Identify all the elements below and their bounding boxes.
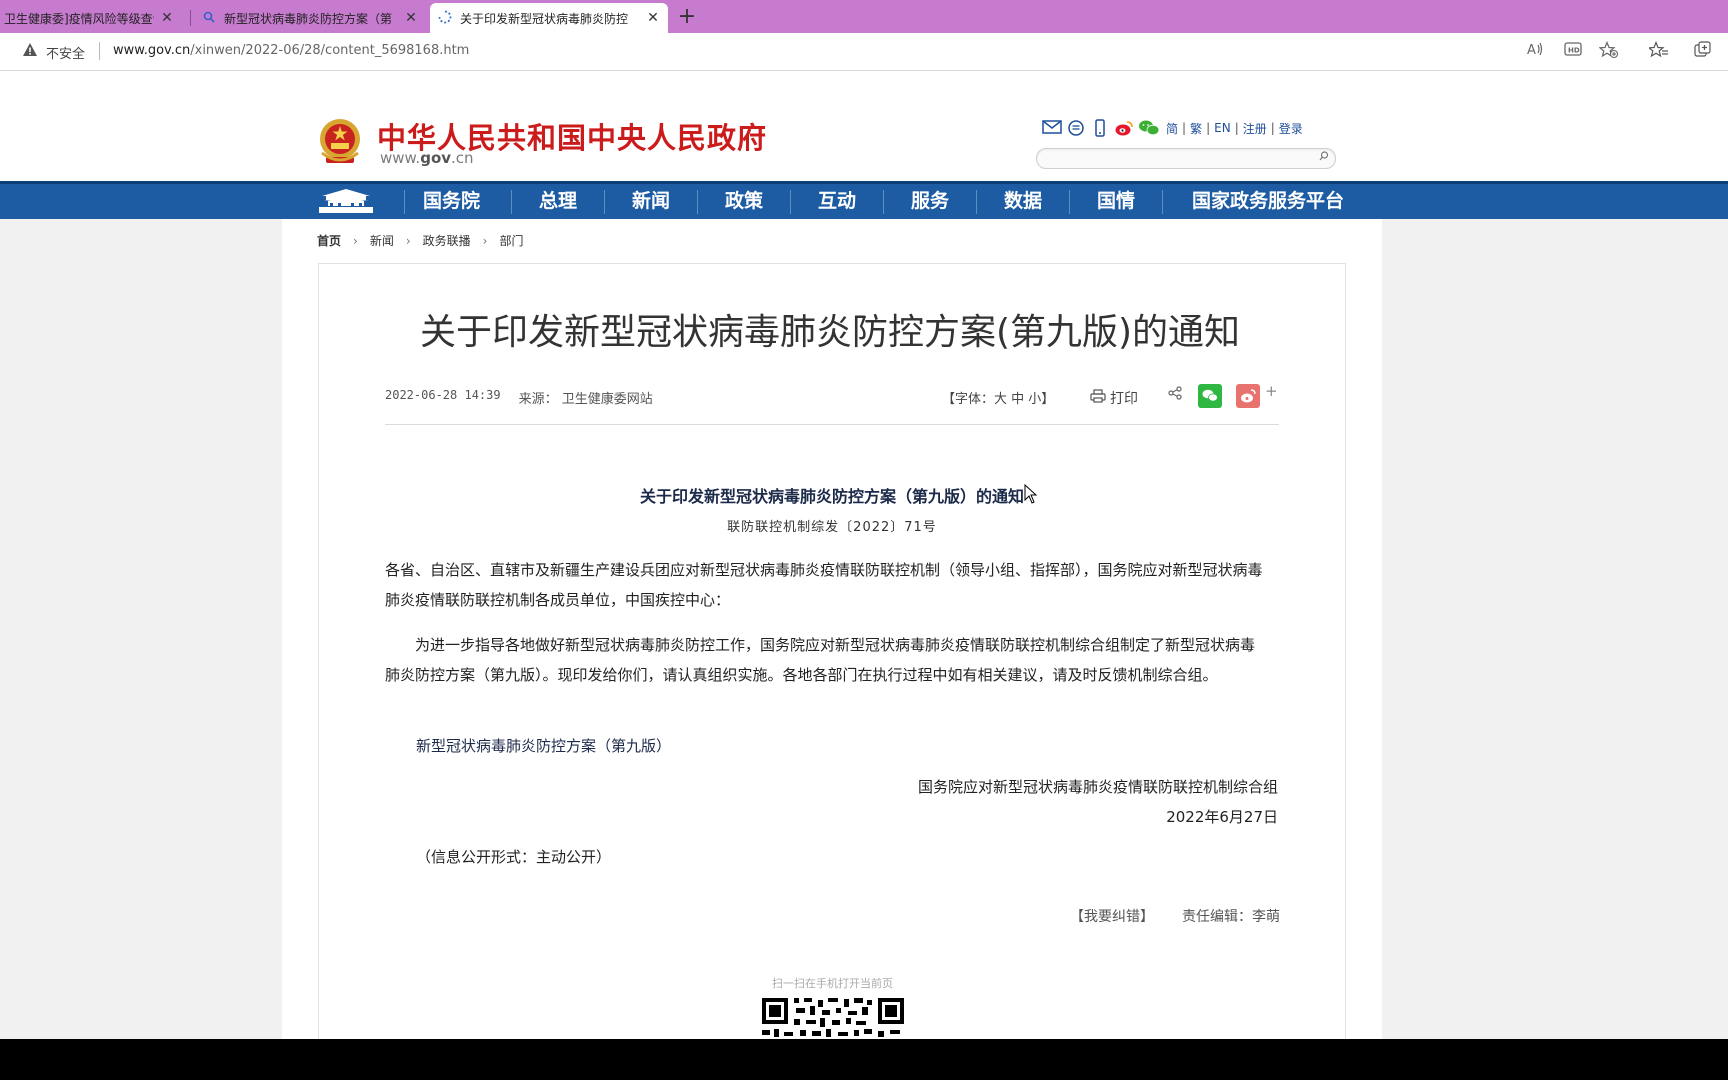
mail-icon[interactable] — [1042, 119, 1062, 137]
svg-text:A: A — [1527, 43, 1536, 57]
domain-suffix: .cn — [451, 149, 474, 167]
loading-spinner-icon — [438, 10, 452, 27]
read-aloud-icon[interactable]: A — [1525, 41, 1547, 61]
tab-separator — [190, 10, 191, 26]
weibo-share-icon[interactable] — [1236, 384, 1260, 408]
print-button[interactable]: 打印 — [1090, 388, 1138, 408]
tiananmen-logo-icon[interactable] — [316, 186, 376, 216]
share-icon[interactable] — [1168, 386, 1182, 404]
domain-prefix: www. — [380, 149, 421, 167]
article-meta: 2022-06-28 14:39 来源： 卫生健康委网站 — [385, 388, 653, 407]
web-page: 中华人民共和国中央人民政府 www.gov.cn 简 | 繁 | EN | 注册 | 登… — [0, 71, 1728, 1039]
close-icon[interactable]: ✕ — [404, 10, 418, 26]
document-title: 关于印发新型冠状病毒肺炎防控方案（第九版）的通知 — [639, 487, 1024, 506]
more-share-icon[interactable]: + — [1265, 382, 1278, 400]
url-host: www.gov.cn — [113, 43, 191, 58]
tab-title: 卫生健康委]疫情风险等级查询_ — [4, 11, 154, 26]
tab-title: 新型冠状病毒肺炎防控方案（第 — [224, 11, 393, 26]
article-source: 来源： 卫生健康委网站 — [518, 392, 653, 407]
issuing-organization: 国务院应对新型冠状病毒肺炎疫情联防联控机制综合组 — [917, 778, 1278, 796]
printer-icon — [1090, 389, 1106, 407]
breadcrumb-home[interactable]: 首页 — [317, 232, 341, 249]
chevron-right-icon: › — [405, 233, 411, 248]
link-divider: | — [1206, 121, 1211, 135]
font-size-control[interactable]: 【字体：大 中 小】 — [942, 388, 1054, 407]
message-icon[interactable] — [1066, 119, 1086, 137]
search-icon — [202, 11, 216, 26]
url-path: /xinwen/2022-06/28/content_5698168.htm — [190, 43, 470, 58]
breadcrumb-departments[interactable]: 部门 — [499, 232, 523, 249]
document-number: 联防联控机制综发〔2022〕71号 — [727, 520, 937, 535]
address-separator — [99, 42, 100, 60]
tab-title: 关于印发新型冠状病毒肺炎防控 — [460, 11, 629, 26]
weibo-icon[interactable] — [1114, 119, 1134, 137]
new-tab-button[interactable]: + — [676, 4, 698, 30]
article-title: 关于印发新型冠状病毒肺炎防控方案(第九版)的通知 — [419, 312, 1241, 353]
wechat-icon[interactable] — [1138, 119, 1160, 137]
nav-interaction[interactable]: 互动 — [791, 184, 883, 219]
addressee-paragraph: 各省、自治区、直辖市及新疆生产建设兵团应对新型冠状病毒肺炎疫情联防联控机制（领导… — [385, 561, 1263, 609]
warning-icon[interactable] — [22, 42, 38, 58]
meta-divider — [385, 424, 1279, 425]
main-nav: 国务院 总理 新闻 政策 互动 服务 数据 国情 国家政务服务平台 — [0, 181, 1728, 219]
link-divider: | — [1182, 121, 1187, 135]
nav-services[interactable]: 服务 — [884, 184, 976, 219]
wechat-share-icon[interactable] — [1198, 384, 1222, 408]
print-label: 打印 — [1110, 391, 1138, 407]
domain-main: gov — [420, 149, 452, 167]
qr-code-icon — [760, 996, 906, 1039]
english-link[interactable]: EN — [1214, 121, 1231, 135]
register-link[interactable]: 注册 — [1243, 120, 1267, 137]
qr-caption: 扫一扫在手机打开当前页 — [772, 977, 893, 990]
tab-prevention-plan-search[interactable]: 新型冠状病毒肺炎防控方案（第 ✕ — [194, 3, 426, 33]
mobile-icon[interactable] — [1090, 119, 1110, 137]
nav-data[interactable]: 数据 — [977, 184, 1069, 219]
nav-gov-service-platform[interactable]: 国家政务服务平台 — [1163, 184, 1373, 219]
site-header: 中华人民共和国中央人民政府 www.gov.cn 简 | 繁 | EN | 注册 | 登… — [0, 71, 1728, 181]
attachment-link[interactable]: 新型冠状病毒肺炎防控方案（第九版） — [416, 735, 671, 756]
address-bar: 不安全 www.gov.cn/xinwen/2022-06/28/content… — [0, 33, 1728, 71]
site-domain: www.gov.cn — [380, 149, 474, 167]
search-input[interactable] — [1036, 148, 1336, 169]
issue-date: 2022年6月27日 — [1166, 808, 1278, 826]
nav-state-council[interactable]: 国务院 — [405, 184, 498, 219]
favorites-icon[interactable] — [1647, 40, 1670, 61]
link-divider: | — [1234, 121, 1239, 135]
top-links: 简 | 繁 | EN | 注册 | 登录 — [1042, 119, 1307, 137]
login-link[interactable]: 登录 — [1279, 120, 1303, 137]
disclosure-form: （信息公开形式：主动公开） — [416, 848, 612, 866]
national-emblem-icon[interactable] — [316, 117, 364, 167]
tab-epidemic-risk[interactable]: 卫生健康委]疫情风险等级查询_ ✕ — [0, 3, 182, 33]
url-field[interactable]: www.gov.cn/xinwen/2022-06/28/content_569… — [113, 43, 469, 58]
chevron-right-icon: › — [482, 233, 488, 248]
breadcrumb-gov-broadcast[interactable]: 政务联播 — [423, 232, 471, 249]
collections-icon[interactable] — [1692, 41, 1714, 61]
publish-date: 2022-06-28 14:39 — [385, 388, 501, 402]
nav-national-info[interactable]: 国情 — [1070, 184, 1162, 219]
link-divider: | — [1270, 121, 1275, 135]
nav-premier[interactable]: 总理 — [512, 184, 604, 219]
nav-news[interactable]: 新闻 — [605, 184, 697, 219]
browser-tab-bar: 卫生健康委]疫情风险等级查询_ ✕ 新型冠状病毒肺炎防控方案（第 ✕ 关于印发新… — [0, 0, 1728, 33]
search-icon[interactable] — [1319, 151, 1329, 164]
mouse-cursor-icon — [1024, 483, 1038, 504]
traditional-chinese-link[interactable]: 繁 — [1190, 120, 1202, 137]
body-paragraph: 为进一步指导各地做好新型冠状病毒肺炎防控工作，国务院应对新型冠状病毒肺炎疫情联防… — [385, 636, 1256, 684]
hd-video-icon[interactable]: HD — [1562, 41, 1584, 61]
simplified-chinese-link[interactable]: 简 — [1166, 120, 1178, 137]
tab-current-article[interactable]: 关于印发新型冠状病毒肺炎防控 ✕ — [430, 3, 668, 33]
report-error-link[interactable]: 【我要纠错】 — [1070, 906, 1154, 926]
nav-policy[interactable]: 政策 — [698, 184, 790, 219]
breadcrumb-news[interactable]: 新闻 — [370, 232, 394, 249]
breadcrumb: 首页 › 新闻 › 政务联播 › 部门 — [317, 232, 524, 249]
bottom-black-bar — [0, 1039, 1728, 1080]
close-icon[interactable]: ✕ — [646, 10, 660, 26]
security-status[interactable]: 不安全 — [46, 43, 85, 62]
svg-text:HD: HD — [1568, 47, 1580, 55]
close-icon[interactable]: ✕ — [160, 10, 174, 26]
responsible-editor: 责任编辑：李萌 — [1182, 909, 1280, 925]
add-favorite-icon[interactable] — [1598, 40, 1620, 61]
chevron-right-icon: › — [353, 233, 358, 248]
